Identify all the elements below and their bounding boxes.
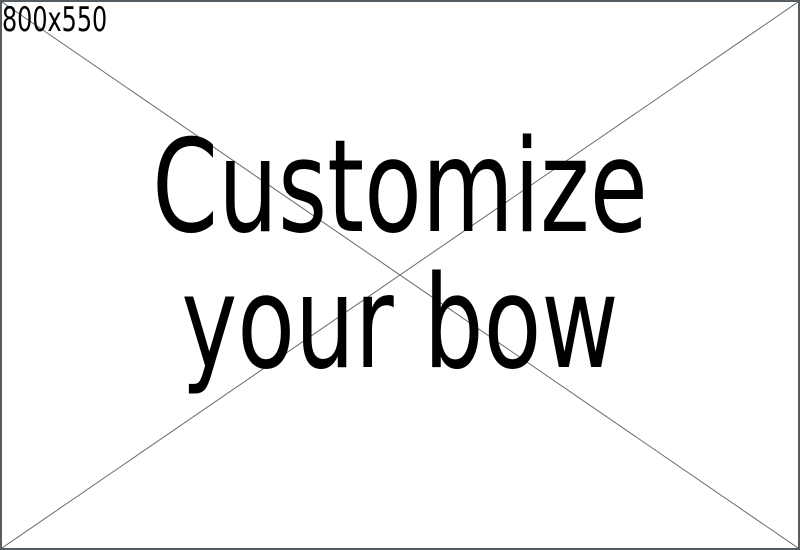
headline-line-1: Customize [152,113,648,262]
image-size-label: 800x550 [2,0,108,40]
placeholder-headline: Customize your bow [74,120,727,392]
placeholder-image: 800x550 Customize your bow [0,0,800,550]
headline-line-2: your bow [181,249,619,398]
